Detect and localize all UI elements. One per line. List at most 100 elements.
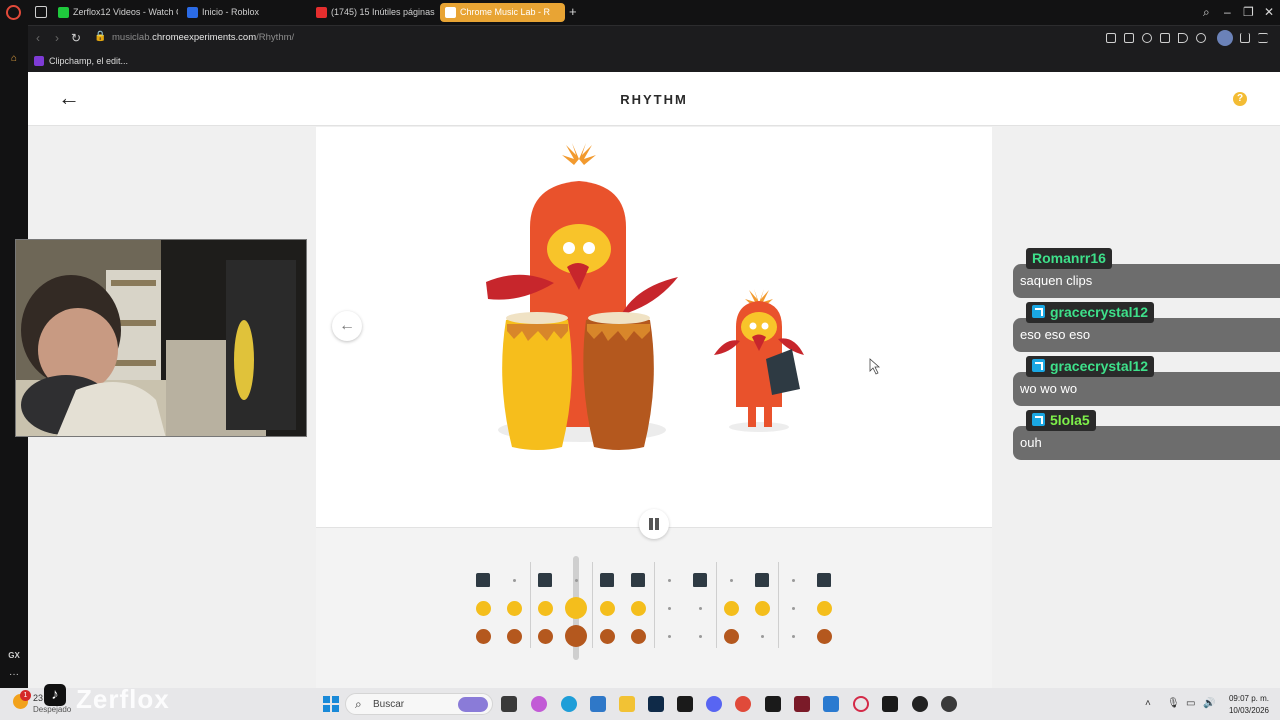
- bookmark-page-icon[interactable]: [1106, 33, 1116, 43]
- tab-islands-icon[interactable]: [35, 6, 47, 18]
- sequencer-cell-conga-high-on[interactable]: [537, 600, 553, 616]
- sequencer-cell-conga-low-on[interactable]: [723, 628, 739, 644]
- sequencer-cell-conga-high-on[interactable]: [506, 600, 522, 616]
- sequencer-cell-bell-on[interactable]: [600, 573, 614, 587]
- task-view-icon[interactable]: [501, 696, 517, 712]
- reload-icon[interactable]: ↻: [71, 31, 81, 45]
- obs-icon[interactable]: [912, 696, 928, 712]
- sequencer-cell-bell-off[interactable]: [512, 578, 516, 582]
- taskbar-search[interactable]: ⌕ Buscar: [345, 693, 493, 715]
- conga-low-drum: [583, 312, 654, 450]
- sequencer-cell-conga-low-on[interactable]: [506, 628, 522, 644]
- sequencer-cell-conga-high-on[interactable]: [565, 597, 587, 619]
- back-nav-icon[interactable]: ‹: [36, 31, 40, 45]
- page-header: ← RHYTHM ?: [28, 72, 1280, 126]
- lock-icon[interactable]: 🔒: [94, 31, 106, 42]
- sequencer-cell-bell-on[interactable]: [817, 573, 831, 587]
- tiktok-logo-icon: ♪: [44, 684, 66, 706]
- sequencer-cell-bell-on[interactable]: [476, 573, 490, 587]
- bookmark-clipchamp[interactable]: Clipchamp, el edit...: [49, 56, 128, 66]
- tab-zerflox-videos[interactable]: Zerflox12 Videos - Watch C: [53, 3, 178, 22]
- snapshot-icon[interactable]: [1124, 33, 1134, 43]
- gx-control-icon[interactable]: GX: [0, 651, 28, 660]
- opera-gx-icon[interactable]: [853, 696, 869, 712]
- sequencer-cell-bell-off[interactable]: [729, 578, 733, 582]
- heart-icon[interactable]: [1196, 33, 1206, 43]
- sequencer-cell-conga-high-off[interactable]: [667, 606, 671, 610]
- sequencer-cell-conga-high-on[interactable]: [475, 600, 491, 616]
- tray-overflow-icon[interactable]: ˄: [1145, 698, 1151, 709]
- pause-button[interactable]: [639, 509, 669, 539]
- sequencer-cell-conga-high-on[interactable]: [630, 600, 646, 616]
- capcut-2-icon[interactable]: [765, 696, 781, 712]
- sequencer-cell-conga-high-off[interactable]: [698, 606, 702, 610]
- notification-badge: 1: [20, 690, 31, 701]
- sequencer-cell-conga-low-off[interactable]: [698, 634, 702, 638]
- sequencer-cell-conga-low-on[interactable]: [537, 628, 553, 644]
- sequencer-cell-conga-low-off[interactable]: [791, 634, 795, 638]
- sequencer-cell-conga-high-on[interactable]: [723, 600, 739, 616]
- sequencer-cell-conga-low-on[interactable]: [475, 628, 491, 644]
- sequencer-cell-conga-low-on[interactable]: [599, 628, 615, 644]
- capcut-3-icon[interactable]: [882, 696, 898, 712]
- sequencer-cell-bell-on[interactable]: [755, 573, 769, 587]
- chrome-icon[interactable]: [735, 696, 751, 712]
- opera-menu-icon[interactable]: [6, 5, 21, 20]
- sequencer-cell-conga-low-on[interactable]: [565, 625, 587, 647]
- sequencer-cell-bell-on[interactable]: [693, 573, 707, 587]
- tab-roblox[interactable]: Inicio - Roblox: [182, 3, 307, 22]
- sequencer-cell-conga-high-on[interactable]: [816, 600, 832, 616]
- easy-setup-menu-icon[interactable]: [1258, 33, 1268, 43]
- sequencer-cell-conga-low-on[interactable]: [816, 628, 832, 644]
- translate-icon[interactable]: [1160, 33, 1170, 43]
- volume-icon[interactable]: 🔊: [1203, 698, 1215, 709]
- outlook-icon[interactable]: [823, 696, 839, 712]
- app-icon[interactable]: [941, 696, 957, 712]
- weather-temperature[interactable]: 23: [33, 693, 43, 703]
- photoshop-icon[interactable]: [648, 696, 664, 712]
- downloads-icon[interactable]: [1240, 33, 1250, 43]
- store-icon[interactable]: [590, 696, 606, 712]
- edge-icon[interactable]: [561, 696, 577, 712]
- chat-message: eso eso eso gracecrystal12: [1013, 302, 1280, 352]
- network-icon[interactable]: ▭: [1186, 698, 1195, 709]
- moderator-badge-icon: [1032, 359, 1045, 372]
- sequencer-cell-bell-on[interactable]: [631, 573, 645, 587]
- sequencer-cell-bell-off[interactable]: [791, 578, 795, 582]
- sequencer-cell-bell-on[interactable]: [538, 573, 552, 587]
- file-explorer-icon[interactable]: [619, 696, 635, 712]
- restore-icon[interactable]: ❐: [1243, 5, 1254, 19]
- sequencer-cell-conga-low-off[interactable]: [760, 634, 764, 638]
- discord-icon[interactable]: [706, 696, 722, 712]
- profile-avatar[interactable]: [1217, 30, 1233, 46]
- chat-username: Romanrr16: [1026, 248, 1112, 269]
- help-icon[interactable]: ?: [1233, 92, 1247, 106]
- rhythm-scene: [486, 143, 881, 450]
- url-field[interactable]: musiclab.chromeexperiments.com/Rhythm/: [112, 32, 294, 43]
- forward-nav-icon[interactable]: ›: [55, 31, 59, 45]
- clock-date[interactable]: 10/03/2026: [1221, 706, 1269, 715]
- sidebar-more-icon[interactable]: ···: [0, 669, 28, 680]
- sequencer-cell-conga-high-on[interactable]: [754, 600, 770, 616]
- minimize-icon[interactable]: –: [1224, 5, 1231, 19]
- sequencer-cell-conga-high-on[interactable]: [599, 600, 615, 616]
- close-window-icon[interactable]: ✕: [1264, 5, 1274, 19]
- tab-youtube[interactable]: (1745) 15 Inútiles páginas: [311, 3, 436, 22]
- windows-start-button[interactable]: [323, 696, 339, 712]
- capcut-icon[interactable]: [677, 696, 693, 712]
- player-icon[interactable]: [1178, 33, 1188, 43]
- vpn-icon[interactable]: [1142, 33, 1152, 43]
- copilot-icon[interactable]: [531, 696, 547, 712]
- sequencer-cell-conga-low-off[interactable]: [667, 634, 671, 638]
- microphone-icon[interactable]: 🎙: [1167, 698, 1180, 709]
- clock-time[interactable]: 09:07 p. m.: [1225, 694, 1269, 703]
- sequencer-cell-bell-off[interactable]: [574, 578, 578, 582]
- sequencer-cell-conga-low-on[interactable]: [630, 628, 646, 644]
- tab-chrome-music-lab[interactable]: Chrome Music Lab - R: [440, 3, 565, 22]
- new-tab-button[interactable]: +: [569, 4, 577, 19]
- tab-search-icon[interactable]: ⌕: [1203, 5, 1210, 20]
- sequencer-cell-conga-high-off[interactable]: [791, 606, 795, 610]
- valorant-icon[interactable]: [794, 696, 810, 712]
- sequencer-cell-bell-off[interactable]: [667, 578, 671, 582]
- sidebar-home-icon[interactable]: ⌂: [0, 53, 28, 64]
